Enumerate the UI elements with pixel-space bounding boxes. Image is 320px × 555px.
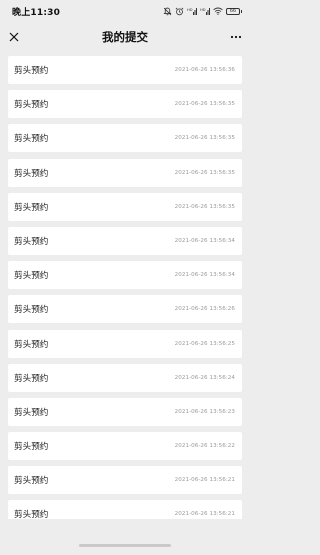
submission-time: 2021-06-26 13:56:25 bbox=[174, 340, 235, 347]
submission-list[interactable]: 剪头预约 2021-06-26 13:56:36 剪头预约 2021-06-26 13… bbox=[8, 56, 242, 519]
submission-title: 剪头预约 bbox=[14, 339, 49, 350]
status-time: 晚上11:30 bbox=[12, 7, 61, 18]
submission-time: 2021-06-26 13:56:35 bbox=[174, 135, 235, 142]
nav-bar: 我的提交 bbox=[0, 22, 250, 52]
submission-item[interactable]: 剪头预约 2021-06-26 13:56:34 bbox=[8, 261, 242, 290]
submission-item[interactable]: 剪头预约 2021-06-26 13:56:36 bbox=[8, 56, 242, 84]
wifi-icon bbox=[213, 7, 223, 15]
page-title: 我的提交 bbox=[102, 30, 148, 44]
battery-level: 66 bbox=[226, 7, 240, 15]
submission-time: 2021-06-26 13:56:22 bbox=[174, 443, 235, 450]
signal-2-icon: HD bbox=[200, 8, 210, 15]
submission-item[interactable]: 剪头预约 2021-06-26 13:56:34 bbox=[8, 226, 242, 255]
submission-item[interactable]: 剪头预约 2021-06-26 13:56:21 bbox=[8, 500, 242, 519]
submission-item[interactable]: 剪头预约 2021-06-26 13:56:25 bbox=[8, 329, 242, 358]
submission-title: 剪头预约 bbox=[14, 510, 49, 519]
submission-title: 剪头预约 bbox=[14, 66, 49, 76]
svg-text:HD: HD bbox=[200, 8, 206, 12]
submission-time: 2021-06-26 13:56:21 bbox=[174, 477, 235, 484]
submission-time: 2021-06-26 13:56:35 bbox=[174, 203, 235, 210]
submission-item[interactable]: 剪头预约 2021-06-26 13:56:21 bbox=[8, 466, 242, 495]
submission-time: 2021-06-26 13:56:24 bbox=[174, 374, 235, 381]
battery-icon: 66 bbox=[226, 7, 242, 15]
submission-title: 剪头预约 bbox=[14, 236, 49, 247]
submission-title: 剪头预约 bbox=[14, 305, 49, 316]
submission-time: 2021-06-26 13:56:35 bbox=[174, 101, 235, 108]
submission-title: 剪头预约 bbox=[14, 476, 49, 487]
submission-item[interactable]: 剪头预约 2021-06-26 13:56:23 bbox=[8, 397, 242, 426]
mute-bell-icon bbox=[163, 7, 172, 15]
submission-time: 2021-06-26 13:56:36 bbox=[174, 67, 235, 73]
submission-title: 剪头预约 bbox=[14, 373, 49, 384]
submission-item[interactable]: 剪头预约 2021-06-26 13:56:26 bbox=[8, 295, 242, 324]
submission-title: 剪头预约 bbox=[14, 168, 49, 179]
submission-item[interactable]: 剪头预约 2021-06-26 13:56:35 bbox=[8, 124, 242, 153]
bottom-area bbox=[0, 519, 250, 555]
more-button[interactable] bbox=[228, 29, 244, 45]
submission-title: 剪头预约 bbox=[14, 100, 49, 111]
more-dots-icon bbox=[230, 35, 242, 39]
submission-item[interactable]: 剪头预约 2021-06-26 13:56:35 bbox=[8, 192, 242, 221]
submission-time: 2021-06-26 13:56:34 bbox=[174, 272, 235, 279]
status-bar: 晚上11:30 HD HD 66 bbox=[0, 0, 250, 22]
status-icons: HD HD 66 bbox=[163, 7, 242, 16]
submission-item[interactable]: 剪头预约 2021-06-26 13:56:35 bbox=[8, 90, 242, 119]
submission-time: 2021-06-26 13:56:35 bbox=[174, 169, 235, 176]
submission-title: 剪头预约 bbox=[14, 202, 49, 213]
submission-item[interactable]: 剪头预约 2021-06-26 13:56:24 bbox=[8, 363, 242, 392]
close-icon bbox=[9, 32, 19, 42]
home-indicator[interactable] bbox=[79, 544, 171, 547]
submission-title: 剪头预约 bbox=[14, 442, 49, 453]
close-button[interactable] bbox=[6, 29, 22, 45]
signal-1-icon: HD bbox=[187, 8, 197, 15]
alarm-icon bbox=[175, 7, 184, 15]
submission-title: 剪头预约 bbox=[14, 407, 49, 418]
submission-time: 2021-06-26 13:56:34 bbox=[174, 237, 235, 244]
submission-title: 剪头预约 bbox=[14, 271, 49, 282]
submission-item[interactable]: 剪头预约 2021-06-26 13:56:35 bbox=[8, 158, 242, 187]
submission-item[interactable]: 剪头预约 2021-06-26 13:56:22 bbox=[8, 432, 242, 461]
submission-title: 剪头预约 bbox=[14, 134, 49, 145]
submission-time: 2021-06-26 13:56:21 bbox=[174, 511, 235, 518]
submission-time: 2021-06-26 13:56:26 bbox=[174, 306, 235, 313]
submission-time: 2021-06-26 13:56:23 bbox=[174, 408, 235, 415]
svg-text:HD: HD bbox=[187, 8, 193, 12]
